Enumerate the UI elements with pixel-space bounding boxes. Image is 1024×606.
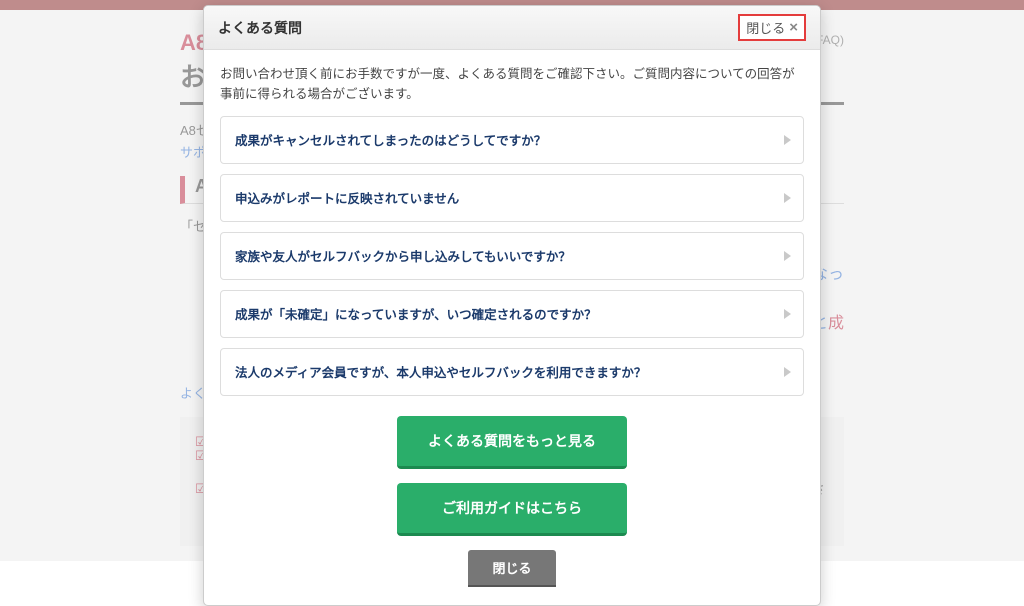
faq-item[interactable]: 申込みがレポートに反映されていません	[220, 174, 804, 222]
faq-item[interactable]: 成果が「未確定」になっていますが、いつ確定されるのですか？	[220, 290, 804, 338]
faq-item[interactable]: 法人のメディア会員ですが、本人申込やセルフバックを利用できますか？	[220, 348, 804, 396]
close-label: 閉じる	[746, 18, 785, 37]
arrow-right-icon	[784, 193, 791, 203]
faq-item[interactable]: 成果がキャンセルされてしまったのはどうしてですか？	[220, 116, 804, 164]
modal-title: よくある質問	[218, 18, 302, 38]
faq-item-text: 家族や友人がセルフバックから申し込みしてもいいですか？	[235, 250, 571, 264]
faq-item-text: 申込みがレポートに反映されていません	[235, 192, 459, 206]
faq-modal: よくある質問 閉じる × お問い合わせ頂く前にお手数ですが一度、よくある質問をご…	[203, 5, 821, 606]
arrow-right-icon	[784, 367, 791, 377]
faq-item[interactable]: 家族や友人がセルフバックから申し込みしてもいいですか？	[220, 232, 804, 280]
faq-item-text: 法人のメディア会員ですが、本人申込やセルフバックを利用できますか？	[235, 366, 646, 380]
close-button-bottom[interactable]: 閉じる	[468, 550, 555, 587]
modal-header: よくある質問 閉じる ×	[204, 6, 820, 50]
arrow-right-icon	[784, 309, 791, 319]
faq-item-text: 成果がキャンセルされてしまったのはどうしてですか？	[235, 134, 546, 148]
faq-more-button[interactable]: よくある質問をもっと見る	[397, 416, 627, 469]
faq-item-text: 成果が「未確定」になっていますが、いつ確定されるのですか？	[235, 308, 597, 322]
modal-description: お問い合わせ頂く前にお手数ですが一度、よくある質問をご確認下さい。ご質問内容につ…	[220, 64, 804, 104]
arrow-right-icon	[784, 251, 791, 261]
close-button-top[interactable]: 閉じる ×	[738, 14, 806, 41]
modal-body: お問い合わせ頂く前にお手数ですが一度、よくある質問をご確認下さい。ご質問内容につ…	[204, 50, 820, 605]
close-icon: ×	[789, 19, 798, 36]
guide-button[interactable]: ご利用ガイドはこちら	[397, 483, 627, 536]
modal-buttons: よくある質問をもっと見る ご利用ガイドはこちら 閉じる	[220, 406, 804, 587]
arrow-right-icon	[784, 135, 791, 145]
